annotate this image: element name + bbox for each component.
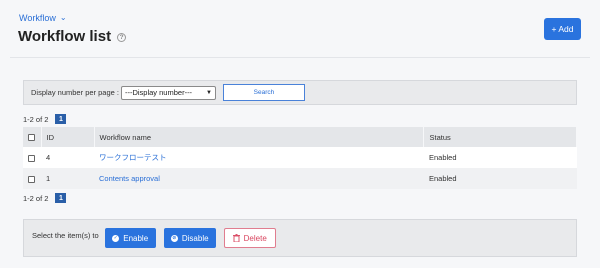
header-status[interactable]: Status bbox=[423, 127, 577, 147]
display-number-value: ---Display number--- bbox=[124, 88, 193, 97]
page-number-button[interactable]: 1 bbox=[55, 114, 67, 124]
pager-range: 1-2 of 2 bbox=[23, 114, 49, 124]
row-checkbox-cell bbox=[23, 168, 41, 189]
delete-button[interactable]: Delete bbox=[223, 228, 276, 248]
row-id: 1 bbox=[41, 168, 94, 189]
workflow-name-link[interactable]: ワークフローテスト bbox=[99, 153, 167, 162]
table-header-row: ID Workflow name Status bbox=[23, 127, 577, 147]
display-number-select[interactable]: ---Display number--- ▼ bbox=[120, 85, 216, 100]
pager-range: 1-2 of 2 bbox=[23, 193, 49, 203]
page-number-button[interactable]: 1 bbox=[55, 193, 67, 203]
row-name-cell: Contents approval bbox=[94, 168, 423, 189]
breadcrumb-label[interactable]: Workflow bbox=[19, 13, 56, 23]
search-button[interactable]: Search bbox=[222, 84, 305, 101]
table-row: 1 Contents approval Enabled bbox=[23, 168, 577, 189]
display-number-label: Display number per page : bbox=[31, 88, 119, 97]
enable-button[interactable]: ✓ Enable bbox=[104, 228, 156, 248]
page-title-wrap: Workflow list ? bbox=[18, 28, 127, 45]
help-icon[interactable]: ? bbox=[117, 33, 127, 42]
disable-button[interactable]: ⊘ Disable bbox=[163, 228, 216, 248]
workflow-table: ID Workflow name Status 4 ワークフローテスト Enab… bbox=[23, 127, 577, 189]
row-checkbox-cell bbox=[23, 147, 41, 168]
disable-label: Disable bbox=[181, 233, 209, 243]
row-id: 4 bbox=[41, 147, 94, 168]
row-name-cell: ワークフローテスト bbox=[94, 147, 423, 168]
page-title: Workflow list bbox=[18, 28, 112, 45]
row-checkbox[interactable] bbox=[28, 154, 35, 162]
chevron-down-icon[interactable]: ⌄ bbox=[60, 13, 67, 22]
pager-bottom: 1-2 of 2 1 bbox=[23, 193, 67, 203]
trash-icon bbox=[232, 234, 240, 242]
header-divider bbox=[10, 57, 590, 58]
header-id[interactable]: ID bbox=[41, 127, 95, 147]
header-checkbox-cell bbox=[23, 127, 42, 147]
add-button[interactable]: + Add bbox=[544, 18, 581, 40]
row-checkbox[interactable] bbox=[28, 175, 35, 183]
check-circle-icon: ✓ bbox=[112, 234, 120, 242]
delete-label: Delete bbox=[243, 233, 267, 243]
select-all-checkbox[interactable] bbox=[28, 134, 35, 142]
header-workflow-name[interactable]: Workflow name bbox=[94, 127, 424, 147]
ban-icon: ⊘ bbox=[170, 234, 178, 242]
enable-label: Enable bbox=[123, 233, 149, 243]
breadcrumb[interactable]: Workflow ⌄ bbox=[19, 13, 67, 24]
bulk-action-panel: Select the item(s) to ✓ Enable ⊘ Disable… bbox=[23, 219, 577, 257]
workflow-name-link[interactable]: Contents approval bbox=[99, 174, 160, 183]
pager-top: 1-2 of 2 1 bbox=[23, 114, 67, 124]
row-status: Enabled bbox=[423, 147, 577, 168]
table-row: 4 ワークフローテスト Enabled bbox=[23, 147, 577, 168]
select-caret-icon: ▼ bbox=[206, 89, 212, 96]
search-panel: Display number per page : ---Display num… bbox=[23, 80, 577, 105]
row-status: Enabled bbox=[423, 168, 577, 189]
bulk-action-label: Select the item(s) to bbox=[32, 230, 99, 240]
